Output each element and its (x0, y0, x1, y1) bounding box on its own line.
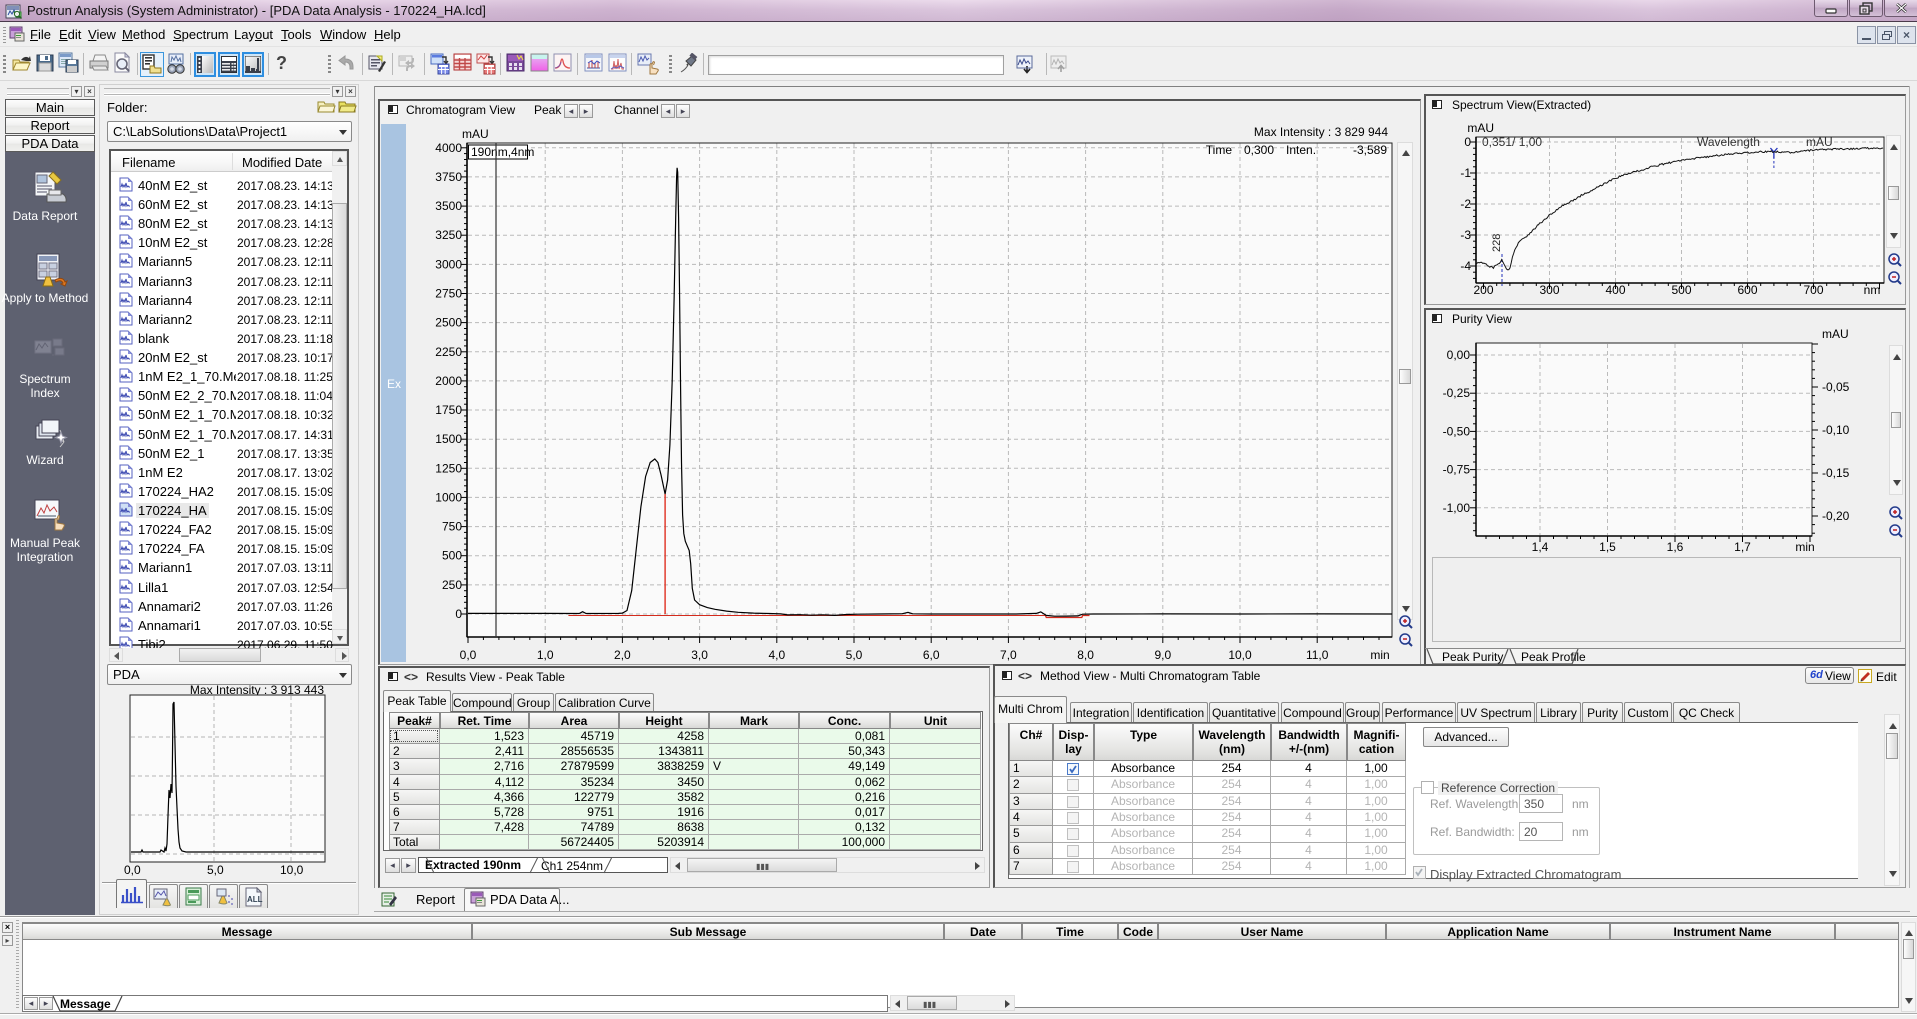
svg-text:-0,15: -0,15 (1822, 466, 1850, 480)
svg-text:1,7: 1,7 (1734, 540, 1751, 554)
svg-text:1,4: 1,4 (1532, 540, 1549, 554)
svg-text:190nm,4nm: 190nm,4nm (471, 145, 534, 159)
svg-text:0,351/ 1,00: 0,351/ 1,00 (1482, 135, 1542, 149)
svg-text:ALL: ALL (247, 895, 263, 904)
svg-text:mAU: mAU (1467, 121, 1494, 135)
svg-text:min: min (1795, 540, 1814, 554)
svg-text:Peak Profile: Peak Profile (1521, 650, 1586, 664)
svg-text:5,0: 5,0 (846, 648, 863, 662)
svg-text:3,0: 3,0 (691, 648, 708, 662)
svg-text:300: 300 (1539, 283, 1559, 297)
svg-text:-3: -3 (1460, 228, 1471, 242)
svg-text:Max Intensity : 3 829 944: Max Intensity : 3 829 944 (1254, 125, 1388, 139)
svg-text:10,0: 10,0 (280, 863, 304, 877)
svg-text:-4: -4 (1460, 259, 1471, 273)
svg-text:7,0: 7,0 (1000, 648, 1017, 662)
svg-text:-0,75: -0,75 (1443, 463, 1471, 477)
svg-text:4,0: 4,0 (768, 648, 785, 662)
svg-text:228: 228 (1491, 234, 1503, 252)
svg-text:400: 400 (1605, 283, 1625, 297)
svg-text:nm: nm (1864, 283, 1881, 297)
svg-text:6,0: 6,0 (923, 648, 940, 662)
svg-text:0: 0 (1464, 135, 1471, 149)
svg-text:2750: 2750 (435, 287, 462, 301)
svg-text:0,0: 0,0 (124, 863, 141, 877)
svg-text:1750: 1750 (435, 403, 462, 417)
svg-text:3500: 3500 (435, 199, 462, 213)
svg-text:11,0: 11,0 (1306, 648, 1329, 662)
svg-text:500: 500 (442, 549, 462, 563)
svg-text:min: min (1370, 648, 1389, 662)
svg-text:4000: 4000 (435, 141, 462, 155)
svg-text:-1,00: -1,00 (1443, 501, 1471, 515)
svg-text:5,0: 5,0 (207, 863, 224, 877)
svg-text:mAU: mAU (1822, 327, 1849, 341)
svg-text:Inten.: Inten. (1286, 143, 1316, 157)
svg-text:-0,50: -0,50 (1443, 424, 1471, 438)
svg-text:mAU: mAU (462, 127, 489, 141)
svg-text:9,0: 9,0 (1154, 648, 1171, 662)
svg-text:-1: -1 (1460, 166, 1471, 180)
svg-text:750: 750 (442, 520, 462, 534)
svg-text:500: 500 (1671, 283, 1691, 297)
svg-text:1000: 1000 (435, 490, 462, 504)
svg-text:-3,589: -3,589 (1353, 143, 1387, 157)
svg-text:0,300: 0,300 (1244, 143, 1274, 157)
svg-text:Wavelength: Wavelength (1697, 135, 1760, 149)
svg-text:-0,10: -0,10 (1822, 423, 1850, 437)
svg-text:200: 200 (1473, 283, 1493, 297)
svg-text:0,00: 0,00 (1447, 348, 1471, 362)
svg-text:1,0: 1,0 (537, 648, 554, 662)
svg-text:-2: -2 (1460, 197, 1471, 211)
svg-text:0,0: 0,0 (460, 648, 477, 662)
svg-text:1,5: 1,5 (1599, 540, 1616, 554)
svg-text:2500: 2500 (435, 316, 462, 330)
svg-text:-0,20: -0,20 (1822, 509, 1850, 523)
svg-text:Time: Time (1206, 143, 1233, 157)
svg-text:3750: 3750 (435, 170, 462, 184)
svg-text:700: 700 (1803, 283, 1823, 297)
svg-text:-0,05: -0,05 (1822, 380, 1850, 394)
svg-text:3250: 3250 (435, 228, 462, 242)
svg-text:1,6: 1,6 (1667, 540, 1684, 554)
svg-text:1250: 1250 (435, 461, 462, 475)
svg-text:2,0: 2,0 (614, 648, 631, 662)
svg-text:600: 600 (1737, 283, 1757, 297)
svg-text:2000: 2000 (435, 374, 462, 388)
svg-text:mAU: mAU (1806, 135, 1833, 149)
svg-text:3000: 3000 (435, 257, 462, 271)
svg-text:1500: 1500 (435, 432, 462, 446)
svg-text:250: 250 (442, 578, 462, 592)
svg-text:-0,25: -0,25 (1443, 386, 1471, 400)
svg-text:Peak Purity: Peak Purity (1442, 650, 1503, 664)
svg-text:2250: 2250 (435, 345, 462, 359)
svg-text:0: 0 (455, 607, 462, 621)
svg-text:8,0: 8,0 (1077, 648, 1094, 662)
svg-text:10,0: 10,0 (1228, 648, 1252, 662)
